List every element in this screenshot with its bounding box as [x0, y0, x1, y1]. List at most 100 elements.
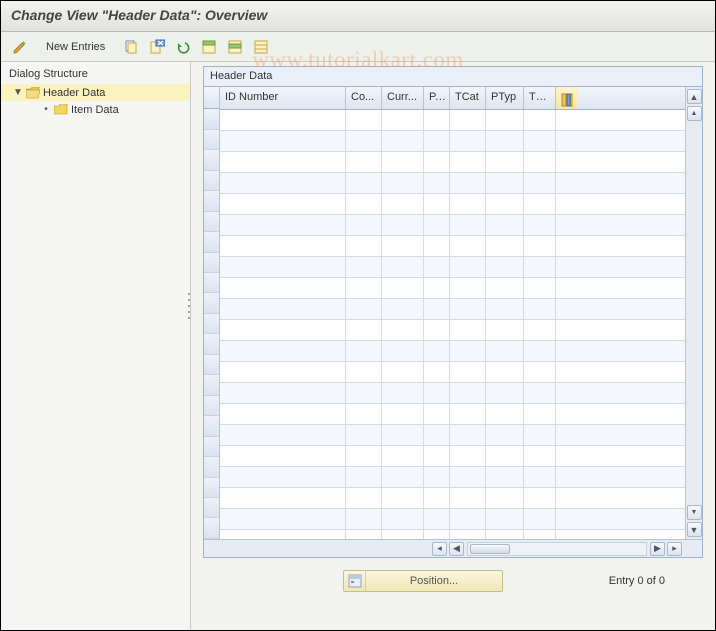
table-cell[interactable]: [382, 362, 424, 383]
table-cell[interactable]: [424, 194, 450, 215]
table-cell[interactable]: [346, 110, 382, 131]
table-row[interactable]: [220, 320, 685, 341]
table-cell[interactable]: [220, 425, 346, 446]
table-cell[interactable]: [346, 194, 382, 215]
row-selector[interactable]: [204, 334, 219, 354]
table-cell[interactable]: [524, 194, 556, 215]
table-row[interactable]: [220, 110, 685, 131]
table-cell[interactable]: [346, 383, 382, 404]
table-row[interactable]: [220, 215, 685, 236]
table-cell[interactable]: [346, 404, 382, 425]
position-button[interactable]: Position...: [343, 570, 503, 592]
undo-icon[interactable]: [172, 36, 194, 58]
row-selector[interactable]: [204, 212, 219, 232]
tree-node-item-data[interactable]: • Item Data: [1, 101, 190, 118]
table-cell[interactable]: [424, 383, 450, 404]
scroll-right-button[interactable]: ▶: [650, 542, 665, 556]
table-cell[interactable]: [424, 446, 450, 467]
table-cell[interactable]: [524, 215, 556, 236]
row-selector[interactable]: [204, 518, 219, 538]
table-cell[interactable]: [346, 530, 382, 539]
column-header[interactable]: Co...: [346, 87, 382, 109]
row-selector[interactable]: [204, 314, 219, 334]
table-cell[interactable]: [450, 446, 486, 467]
table-cell[interactable]: [346, 236, 382, 257]
table-cell[interactable]: [382, 215, 424, 236]
table-cell[interactable]: [486, 194, 524, 215]
table-cell[interactable]: [346, 257, 382, 278]
table-row[interactable]: [220, 131, 685, 152]
new-entries-button[interactable]: New Entries: [35, 36, 116, 58]
row-selector[interactable]: [204, 109, 219, 129]
table-cell[interactable]: [486, 404, 524, 425]
table-cell[interactable]: [382, 299, 424, 320]
column-header[interactable]: ID Number: [220, 87, 346, 109]
table-cell[interactable]: [424, 488, 450, 509]
table-cell[interactable]: [486, 299, 524, 320]
table-cell[interactable]: [524, 236, 556, 257]
table-cell[interactable]: [220, 236, 346, 257]
table-cell[interactable]: [424, 404, 450, 425]
table-cell[interactable]: [486, 509, 524, 530]
row-selector[interactable]: [204, 478, 219, 498]
table-cell[interactable]: [524, 467, 556, 488]
table-cell[interactable]: [382, 194, 424, 215]
table-cell[interactable]: [450, 152, 486, 173]
table-cell[interactable]: [486, 257, 524, 278]
table-cell[interactable]: [424, 236, 450, 257]
table-cell[interactable]: [346, 341, 382, 362]
row-selector[interactable]: [204, 416, 219, 436]
table-cell[interactable]: [450, 530, 486, 539]
copy-as-icon[interactable]: [120, 36, 142, 58]
table-cell[interactable]: [220, 110, 346, 131]
table-cell[interactable]: [220, 299, 346, 320]
table-row[interactable]: [220, 425, 685, 446]
table-cell[interactable]: [486, 425, 524, 446]
table-cell[interactable]: [524, 320, 556, 341]
table-cell[interactable]: [450, 173, 486, 194]
table-cell[interactable]: [450, 299, 486, 320]
table-cell[interactable]: [524, 257, 556, 278]
table-cell[interactable]: [524, 278, 556, 299]
table-cell[interactable]: [486, 173, 524, 194]
table-cell[interactable]: [524, 404, 556, 425]
column-header[interactable]: TT...: [524, 87, 556, 109]
table-cell[interactable]: [220, 404, 346, 425]
table-row[interactable]: [220, 152, 685, 173]
table-row[interactable]: [220, 362, 685, 383]
configure-columns-icon[interactable]: [556, 87, 578, 109]
table-cell[interactable]: [486, 488, 524, 509]
table-cell[interactable]: [220, 488, 346, 509]
scroll-left-button[interactable]: ◀: [449, 542, 464, 556]
table-cell[interactable]: [346, 299, 382, 320]
tree-node-header-data[interactable]: ▼ Header Data: [1, 84, 190, 101]
table-cell[interactable]: [220, 509, 346, 530]
scroll-up-button[interactable]: ▲: [687, 89, 702, 104]
table-row[interactable]: [220, 404, 685, 425]
table-cell[interactable]: [424, 509, 450, 530]
table-cell[interactable]: [524, 509, 556, 530]
row-selector[interactable]: [204, 457, 219, 477]
table-cell[interactable]: [382, 173, 424, 194]
row-selector[interactable]: [204, 396, 219, 416]
table-row[interactable]: [220, 509, 685, 530]
table-cell[interactable]: [220, 320, 346, 341]
select-block-icon[interactable]: [224, 36, 246, 58]
table-cell[interactable]: [382, 236, 424, 257]
table-cell[interactable]: [382, 257, 424, 278]
table-cell[interactable]: [424, 299, 450, 320]
table-cell[interactable]: [486, 341, 524, 362]
table-cell[interactable]: [450, 425, 486, 446]
column-header[interactable]: P...: [424, 87, 450, 109]
table-cell[interactable]: [382, 425, 424, 446]
table-row[interactable]: [220, 257, 685, 278]
table-cell[interactable]: [220, 530, 346, 539]
row-selector[interactable]: [204, 130, 219, 150]
table-cell[interactable]: [524, 131, 556, 152]
table-cell[interactable]: [382, 404, 424, 425]
table-cell[interactable]: [382, 341, 424, 362]
table-cell[interactable]: [486, 446, 524, 467]
table-cell[interactable]: [486, 215, 524, 236]
table-cell[interactable]: [486, 467, 524, 488]
table-cell[interactable]: [424, 425, 450, 446]
